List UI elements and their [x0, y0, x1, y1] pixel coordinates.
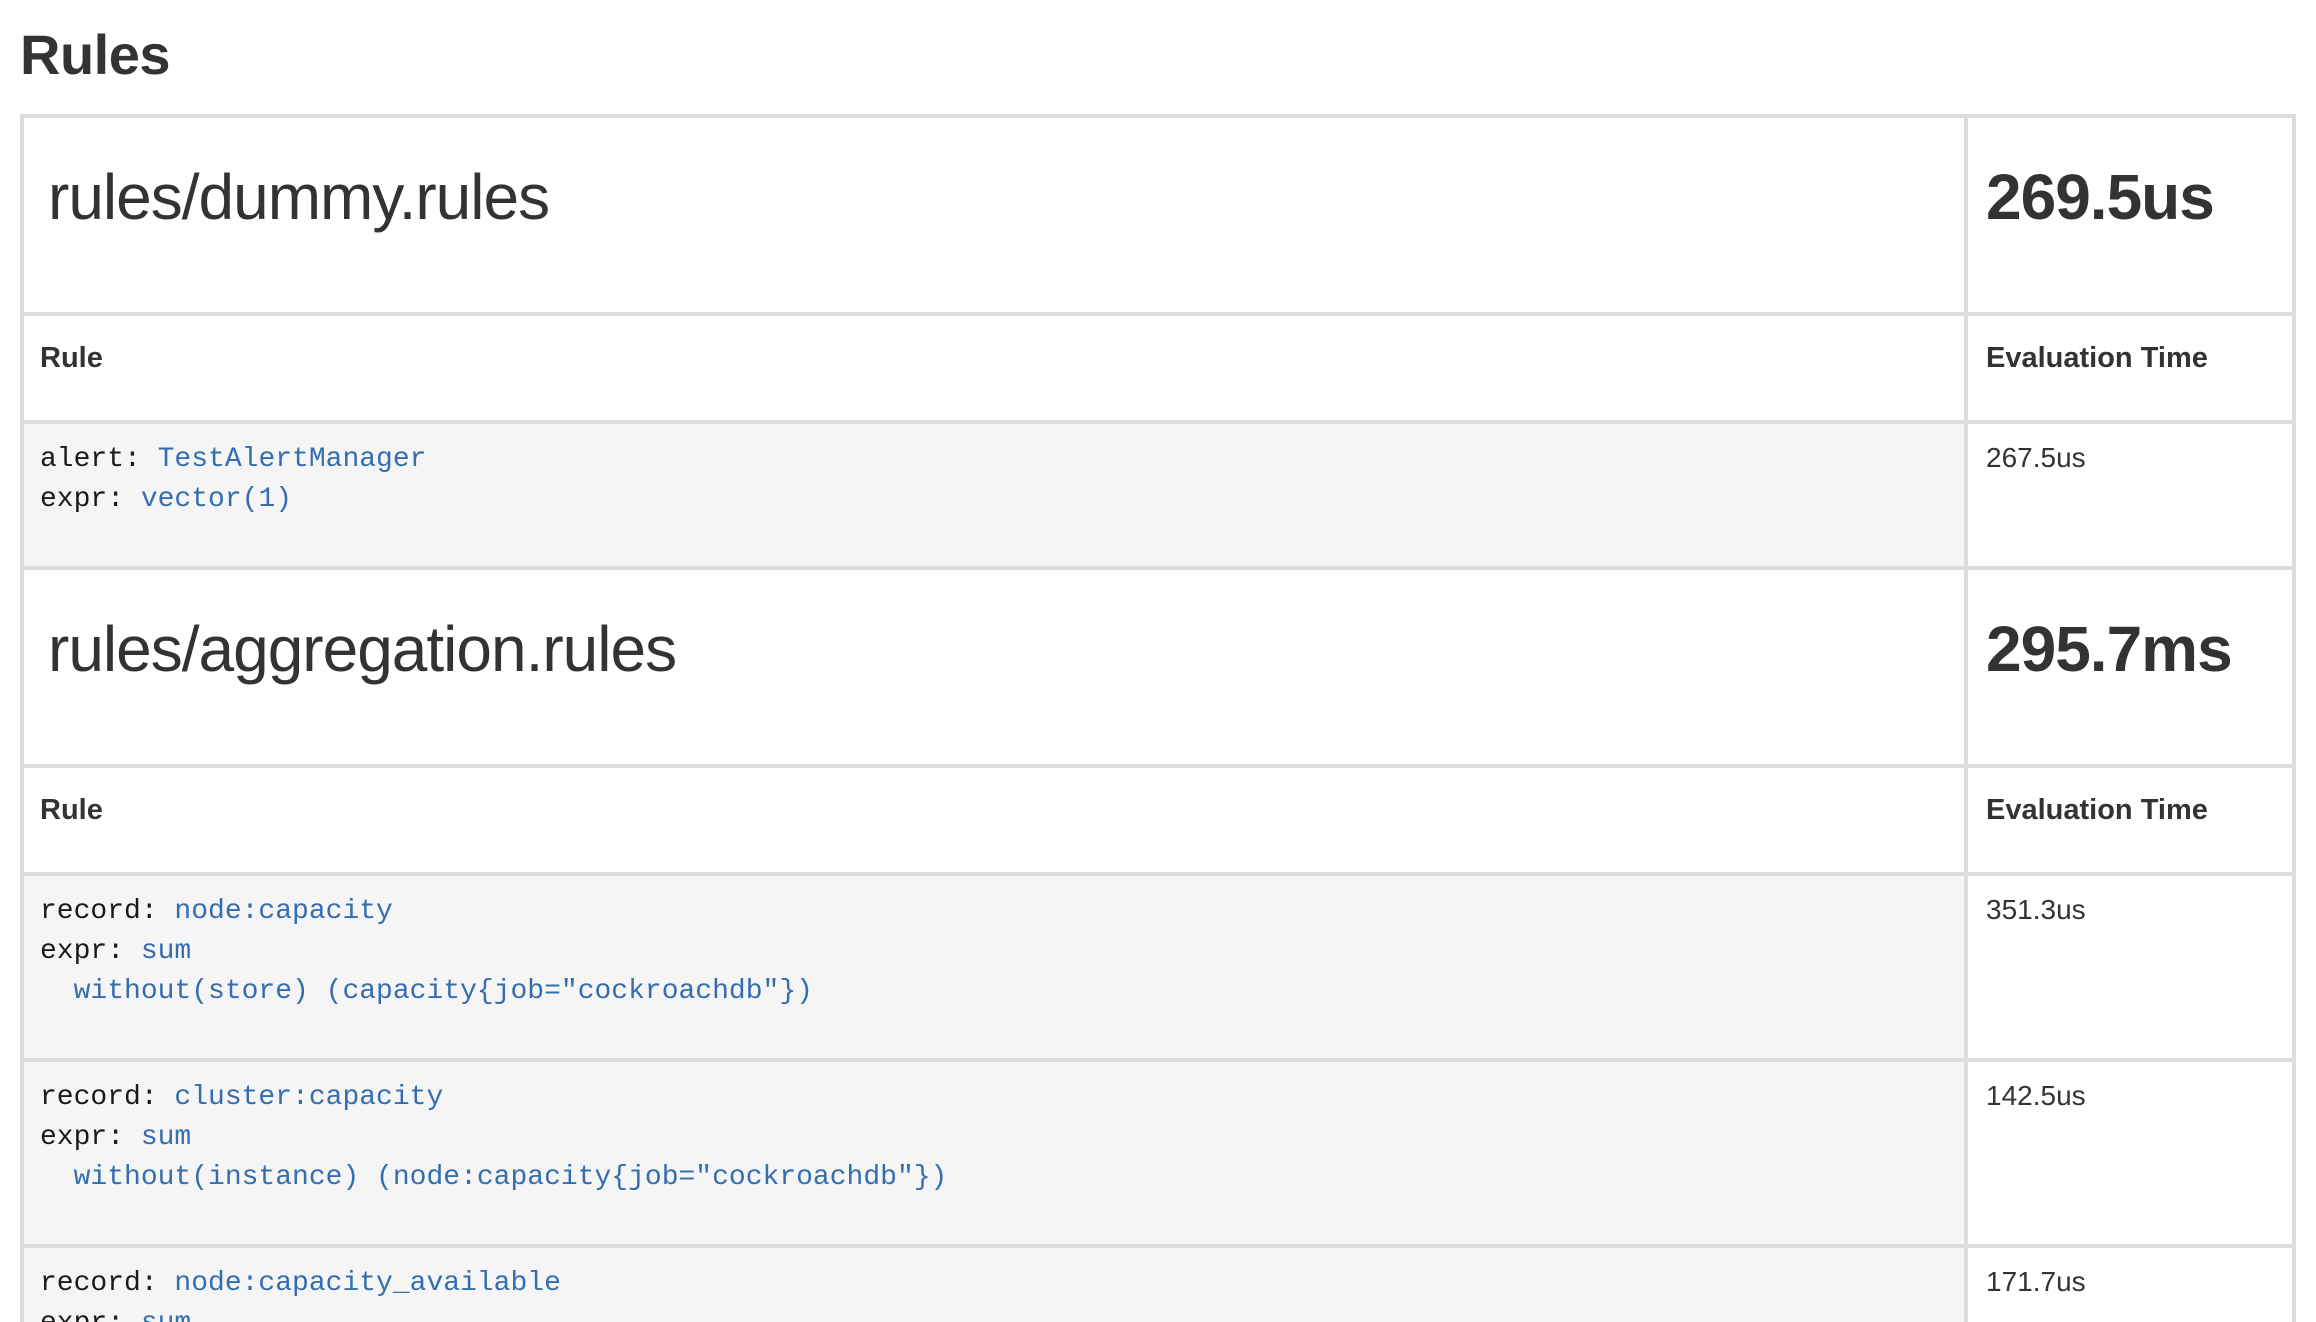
rule-keyword-expr: expr: [40, 936, 141, 967]
rule-group-header-row: rules/aggregation.rules 295.7ms [22, 568, 2294, 766]
rule-keyword-expr: expr: [40, 1122, 141, 1153]
rule-eval-time: 351.3us [1966, 874, 2294, 1060]
rule-row: record: node:capacity_available expr: su… [22, 1246, 2294, 1322]
rule-eval-time: 142.5us [1966, 1060, 2294, 1246]
rule-row: record: cluster:capacity expr: sum witho… [22, 1060, 2294, 1246]
rule-keyword-record: record: [40, 896, 174, 927]
expr-link[interactable]: vector(1) [141, 484, 292, 515]
record-name-link[interactable]: node:capacity [174, 896, 392, 927]
rule-code-cell: record: node:capacity expr: sum without(… [22, 874, 1966, 1060]
rule-group-header-row: rules/dummy.rules 269.5us [22, 116, 2294, 314]
rule-row: alert: TestAlertManager expr: vector(1) … [22, 422, 2294, 568]
rule-code: record: node:capacity expr: sum without(… [40, 892, 1948, 1012]
rule-eval-time: 267.5us [1966, 422, 2294, 568]
rules-page: Rules rules/dummy.rules 269.5us Rule Eva… [0, 0, 2316, 1322]
rule-group-eval-time-cell: 269.5us [1966, 116, 2294, 314]
rule-code: record: node:capacity_available expr: su… [40, 1264, 1948, 1322]
column-header-row: Rule Evaluation Time [22, 314, 2294, 422]
rule-keyword-expr: expr: [40, 1308, 141, 1322]
rule-group-file-cell: rules/aggregation.rules [22, 568, 1966, 766]
rule-column-header: Rule [22, 766, 1966, 874]
rule-group-eval-time: 269.5us [1986, 162, 2276, 232]
rule-keyword-alert: alert: [40, 444, 158, 475]
evaluation-time-column-header: Evaluation Time [1966, 314, 2294, 422]
rule-row: record: node:capacity expr: sum without(… [22, 874, 2294, 1060]
alert-name-link[interactable]: TestAlertManager [158, 444, 427, 475]
rule-group-eval-time-cell: 295.7ms [1966, 568, 2294, 766]
rule-keyword-record: record: [40, 1082, 174, 1113]
expr-link[interactable]: sum without(store) (capacity_available{j… [40, 1308, 981, 1322]
rule-code: alert: TestAlertManager expr: vector(1) [40, 440, 1948, 520]
column-header-row: Rule Evaluation Time [22, 766, 2294, 874]
rule-column-header: Rule [22, 314, 1966, 422]
rule-group-file-cell: rules/dummy.rules [22, 116, 1966, 314]
expr-link[interactable]: sum without(instance) (node:capacity{job… [40, 1122, 947, 1193]
rule-keyword-record: record: [40, 1268, 174, 1299]
rules-table: rules/dummy.rules 269.5us Rule Evaluatio… [20, 114, 2296, 1322]
page-title: Rules [20, 24, 2316, 86]
rule-code-cell: record: node:capacity_available expr: su… [22, 1246, 1966, 1322]
record-name-link[interactable]: node:capacity_available [174, 1268, 560, 1299]
expr-link[interactable]: sum without(store) (capacity{job="cockro… [40, 936, 813, 1007]
rule-eval-time: 171.7us [1966, 1246, 2294, 1322]
rule-keyword-expr: expr: [40, 484, 141, 515]
rule-group-eval-time: 295.7ms [1986, 614, 2276, 684]
rule-group-file: rules/dummy.rules [48, 162, 1948, 232]
rule-group-file: rules/aggregation.rules [48, 614, 1948, 684]
rule-code-cell: alert: TestAlertManager expr: vector(1) [22, 422, 1966, 568]
record-name-link[interactable]: cluster:capacity [174, 1082, 443, 1113]
evaluation-time-column-header: Evaluation Time [1966, 766, 2294, 874]
rule-code: record: cluster:capacity expr: sum witho… [40, 1078, 1948, 1198]
rule-code-cell: record: cluster:capacity expr: sum witho… [22, 1060, 1966, 1246]
